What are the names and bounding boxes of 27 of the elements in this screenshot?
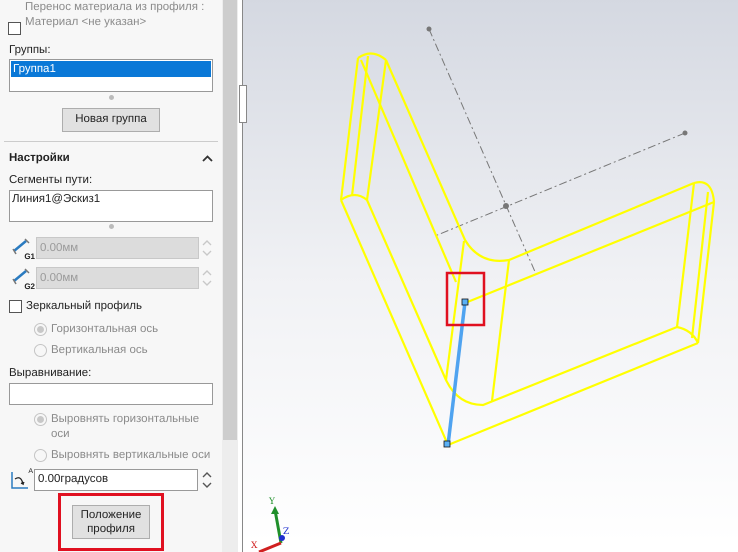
field-label: Выравнивание: — [9, 366, 92, 380]
collapse-caret-icon[interactable] — [202, 155, 213, 162]
new-group-button[interactable]: Новая группа — [62, 108, 160, 132]
section-label: Группы: — [9, 43, 51, 57]
highlight-frame — [446, 272, 486, 326]
resize-handle[interactable] — [108, 224, 114, 230]
radio-label: Вертикальная ось — [51, 342, 148, 358]
radio-label: Выровнять горизонтальные оси — [51, 412, 200, 442]
list-item[interactable]: Группа1 — [11, 61, 211, 77]
section-title: Настройки — [9, 151, 70, 166]
scrollbar[interactable] — [222, 0, 238, 552]
spin-arrows-icon[interactable] — [202, 470, 212, 490]
angle-field[interactable]: 0.00градусов — [34, 468, 198, 490]
checkbox[interactable] — [9, 300, 22, 314]
field-label: Сегменты пути: — [9, 173, 92, 188]
axis-triad: Y Z X — [251, 498, 290, 552]
checkbox-label: Зеркальный профиль — [26, 299, 142, 314]
selected-segment[interactable] — [444, 298, 468, 448]
alignment-field[interactable] — [9, 382, 213, 404]
radio-label: Горизонтальная ось — [51, 322, 158, 336]
resize-handle[interactable] — [108, 95, 114, 100]
checkbox[interactable] — [8, 22, 21, 35]
radio-label: Выровнять вертикальные оси — [51, 448, 210, 462]
profile-position-button[interactable]: Положение профиля — [72, 504, 150, 538]
list-item[interactable]: Линия1@Эскиз1 — [12, 192, 210, 208]
checkbox-label: Перенос материала из профиля : Материал <не указан> — [25, 0, 205, 30]
panel-splitter-handle[interactable] — [239, 85, 247, 123]
